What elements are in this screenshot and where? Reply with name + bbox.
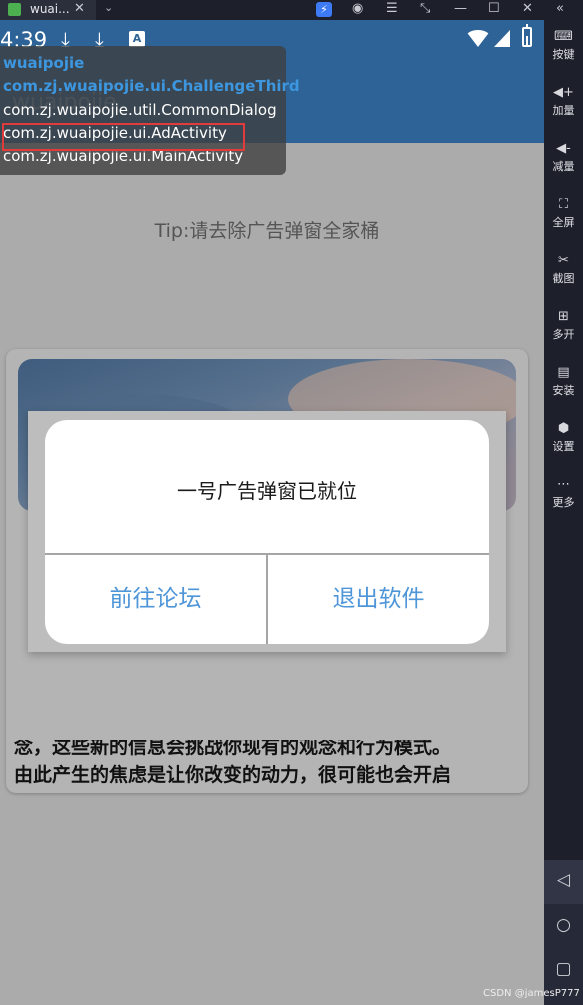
bolt-icon[interactable]: ⚡	[316, 2, 332, 17]
window-titlebar: wuai... ✕ ⌄ ⚡ ◉ ☰ ⤡ — ☐ ✕ «	[0, 0, 583, 20]
sidebar-item-label: 按键	[552, 48, 575, 61]
dialog-message: 一号广告弹窗已就位	[177, 479, 357, 503]
watermark: CSDN @jamesP777	[483, 988, 580, 999]
activity-overlay: wuaipojie com.zj.wuaipojie.ui.ChallengeT…	[0, 46, 300, 175]
chevron-down-icon[interactable]: ⌄	[104, 1, 113, 14]
go-to-forum-button[interactable]: 前往论坛	[45, 555, 266, 644]
fullscreen-icon: ⛶	[558, 197, 569, 212]
tab-title: wuai...	[30, 2, 70, 16]
settings-icon: ⬢	[557, 421, 570, 436]
maximize-icon[interactable]: ☐	[488, 1, 500, 16]
sidebar-item-keys[interactable]: ⌨ 按键	[544, 26, 583, 78]
sidebar-item-label: 全屏	[552, 216, 575, 229]
sidebar-item-volume-down[interactable]: ◀- 减量	[544, 138, 583, 190]
card-text-line: 由此产生的焦虑是让你改变的动力，很可能也会开启	[14, 764, 452, 786]
tab-app[interactable]: wuai... ✕	[0, 0, 96, 20]
collapse-sidebar-icon[interactable]: «	[556, 1, 564, 16]
ad-dialog: 一号广告弹窗已就位 前往论坛 退出软件	[45, 420, 489, 644]
sidebar-item-label: 减量	[552, 160, 575, 173]
volume-up-icon: ◀+	[553, 85, 574, 100]
apk-install-icon: ▤	[557, 365, 570, 380]
more-icon: ⋯	[557, 477, 570, 492]
sidebar-item-label: 加量	[552, 104, 575, 117]
signal-icon	[494, 30, 510, 47]
sidebar-item-fullscreen[interactable]: ⛶ 全屏	[544, 194, 583, 246]
minimize-icon[interactable]: —	[454, 1, 467, 16]
exit-app-button[interactable]: 退出软件	[268, 555, 489, 644]
overlay-activity: com.zj.wuaipojie.util.CommonDialog	[3, 101, 277, 119]
sidebar-item-install[interactable]: ▤ 安装	[544, 362, 583, 414]
sidebar-item-label: 多开	[552, 328, 575, 341]
overlay-top-activity: com.zj.wuaipojie.ui.ChallengeThird	[3, 77, 300, 95]
app-notification-icon: A	[129, 31, 145, 47]
sidebar-item-label: 更多	[552, 496, 575, 509]
sidebar-item-settings[interactable]: ⬢ 设置	[544, 418, 583, 470]
sidebar-item-label: 设置	[552, 440, 575, 453]
sidebar-item-screenshot[interactable]: ✂ 截图	[544, 250, 583, 302]
recents-icon[interactable]: ▢	[544, 959, 583, 979]
overlay-package: wuaipojie	[3, 54, 85, 72]
sidebar-item-more[interactable]: ⋯ 更多	[544, 474, 583, 526]
home-icon[interactable]: ○	[544, 915, 583, 935]
back-icon: ◁	[556, 870, 571, 890]
account-icon[interactable]: ◉	[352, 1, 363, 16]
android-icon	[8, 3, 21, 16]
emulator-toolbar: ⌨ 按键 ◀+ 加量 ◀- 减量 ⛶ 全屏 ✂ 截图 ⊞ 多开 ▤ 安装 ⬢ 设…	[544, 20, 583, 1005]
highlight-box	[2, 123, 245, 151]
card-text-line: 念，这些新的信息会挑战你现有的观念和行为模式。	[14, 736, 452, 758]
menu-icon[interactable]: ☰	[386, 1, 398, 16]
tab-close-icon[interactable]: ✕	[74, 1, 85, 16]
sidebar-item-multi-instance[interactable]: ⊞ 多开	[544, 306, 583, 358]
close-window-icon[interactable]: ✕	[522, 1, 533, 16]
wifi-icon	[465, 30, 491, 47]
nav-back-button[interactable]: ◁	[544, 860, 583, 904]
keyboard-icon: ⌨	[554, 29, 573, 44]
shrink-window-icon[interactable]: ⤡	[420, 1, 430, 16]
android-nav-panel: ◁ ○ ▢	[544, 860, 583, 1005]
sidebar-item-label: 截图	[552, 272, 575, 285]
volume-down-icon: ◀-	[556, 141, 571, 156]
sidebar-item-volume-up[interactable]: ◀+ 加量	[544, 82, 583, 134]
multi-open-icon: ⊞	[558, 309, 569, 324]
tip-text: Tip:请去除广告弹窗全家桶	[154, 220, 380, 242]
scissors-icon: ✂	[558, 253, 569, 268]
sidebar-item-label: 安装	[552, 384, 575, 397]
battery-icon	[522, 24, 532, 47]
